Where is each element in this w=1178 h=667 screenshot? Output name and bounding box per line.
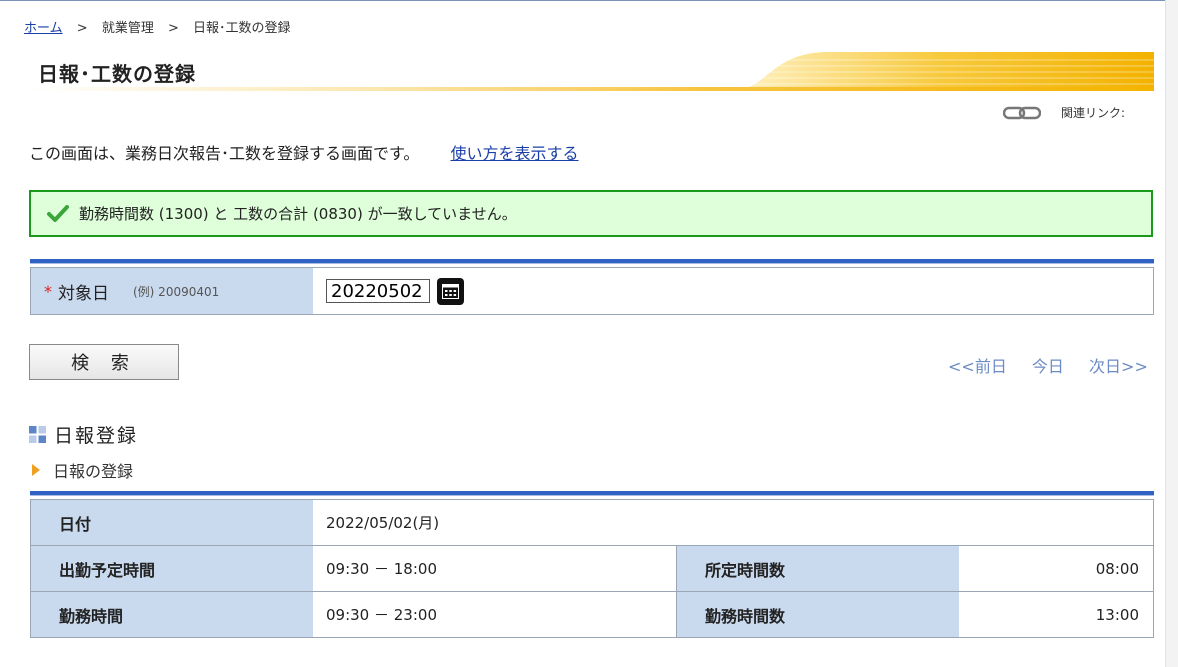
related-links: 関連リンク: [1003,104,1125,121]
description-text: この画面は、業務日次報告･工数を登録する画面です。 [29,144,420,163]
grid-squares-icon [29,426,46,443]
breadcrumb-current: 日報･工数の登録 [193,21,291,36]
breadcrumb-item-work-management: 就業管理 [101,21,154,36]
target-date-example: (例) 20090401 [133,284,220,299]
search-form: * 対象日 (例) 20090401 [30,259,1154,315]
breadcrumb-home-link[interactable]: ホーム [24,21,63,36]
prev-day-link[interactable]: <<前日 [948,357,1007,376]
subsection-header: 日報の登録 [31,458,133,482]
required-mark: * [44,281,52,301]
search-button[interactable]: 検 索 [29,344,179,380]
target-date-value-cell [313,268,1153,314]
section-header: 日報登録 [29,421,138,448]
link-chain-icon [1003,106,1041,119]
message-text: 勤務時間数 (1300) と 工数の合計 (0830) が一致していません。 [79,205,517,223]
help-link[interactable]: 使い方を表示する [451,144,579,163]
daily-report-info-table: 日付 2022/05/02(月) 出勤予定時間 09:30 － 18:00 所定… [30,491,1154,638]
work-hours-value: 13:00 [959,592,1153,637]
page-title-bar: 日報･工数の登録 [29,52,1154,92]
table-row: 日付 2022/05/02(月) [30,499,1154,546]
page-description: この画面は、業務日次報告･工数を登録する画面です。 使い方を表示する [29,140,579,164]
breadcrumb-separator: > [167,21,179,36]
section-title: 日報登録 [54,425,139,447]
target-date-row: * 対象日 (例) 20090401 [30,267,1154,315]
related-links-label: 関連リンク: [1061,106,1126,120]
calendar-icon [442,283,459,299]
table-row: 出勤予定時間 09:30 － 18:00 所定時間数 08:00 [30,546,1154,592]
target-date-input[interactable] [326,279,430,303]
target-date-label: 対象日 [58,283,109,304]
table-row: 勤務時間 09:30 － 23:00 勤務時間数 13:00 [30,592,1154,638]
target-date-label-cell: * 対象日 (例) 20090401 [31,268,313,314]
breadcrumb: ホーム > 就業管理 > 日報･工数の登録 [24,17,291,36]
validation-message: 勤務時間数 (1300) と 工数の合計 (0830) が一致していません。 [29,190,1153,237]
page-title: 日報･工数の登録 [38,62,196,86]
next-day-link[interactable]: 次日>> [1089,357,1148,376]
orange-triangle-icon [32,464,40,476]
title-decoration [729,52,1154,91]
date-value: 2022/05/02(月) [313,500,1153,545]
today-link[interactable]: 今日 [1032,357,1064,376]
prescribed-hours-value: 08:00 [959,546,1153,591]
vertical-scrollbar[interactable] [1165,0,1178,667]
scheduled-time-header: 出勤予定時間 [31,546,313,591]
top-border [0,0,1165,1]
work-hours-header: 勤務時間数 [677,592,959,637]
day-navigation: <<前日 今日 次日>> [948,353,1168,377]
breadcrumb-separator: > [76,21,88,36]
work-time-header: 勤務時間 [31,592,313,637]
work-time-value: 09:30 － 23:00 [313,592,677,637]
check-icon [47,204,69,222]
date-header: 日付 [31,500,313,545]
prescribed-hours-header: 所定時間数 [677,546,959,591]
subsection-title: 日報の登録 [53,462,134,481]
title-underline [29,87,1154,91]
calendar-button[interactable] [437,277,464,305]
scheduled-time-value: 09:30 － 18:00 [313,546,677,591]
